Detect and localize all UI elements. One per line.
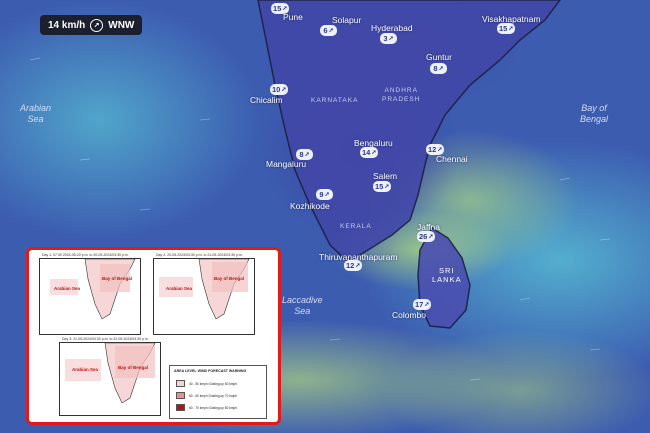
- wind-readout: 14 km/h ➚ WNW: [40, 15, 143, 35]
- panel-sea-arabian: Arabian Sea: [54, 286, 81, 291]
- city-wind-badge: 10 ➚: [270, 84, 289, 95]
- city-wind-badge: 14 ➚: [360, 147, 379, 158]
- panel-sea-arabian: Arabian Sea: [72, 367, 99, 372]
- legend-item: 60 - 70 kmph Gusting up 80 kmph: [176, 404, 237, 411]
- legend-swatch: [176, 380, 185, 387]
- wind-direction-icon: ➚: [90, 18, 104, 32]
- legend-swatch: [176, 404, 185, 411]
- sea-label-bengal: Bay of Bengal: [580, 103, 609, 124]
- legend-item: 40 - 50 kmph Gusting up 60 kmph: [176, 380, 237, 387]
- region-label-srilanka: SRI LANKA: [432, 266, 462, 284]
- city-wind-badge: 15 ➚: [373, 181, 392, 192]
- city-wind-badge: 12 ➚: [344, 260, 363, 271]
- city-wind-badge: 9 ➚: [316, 189, 333, 200]
- sea-label-laccadive: Laccadive Sea: [282, 295, 323, 316]
- panel-title: Day 3: 21-05-2024/03:30 p.m. to 22-05-20…: [62, 337, 149, 341]
- legend-item: 50 - 60 kmph Gusting up 70 kmph: [176, 392, 237, 399]
- sea-label-arabian: Arabian Sea: [20, 103, 52, 124]
- city-label: Pune: [283, 12, 303, 22]
- city-label: Colombo: [392, 310, 427, 320]
- panel-sea-bengal: Bay of Bengal: [214, 276, 245, 281]
- city-label: Kozhikode: [290, 201, 330, 211]
- region-label-andhra: ANDHRA PRADESH: [382, 87, 421, 103]
- city-label: Chicalim: [250, 95, 283, 105]
- legend-title: AREA LEVEL WIND FORECAST WARNING: [174, 369, 247, 373]
- city-wind-badge: 8 ➚: [430, 63, 447, 74]
- wind-direction: WNW: [108, 19, 135, 31]
- city-label: Guntur: [426, 52, 452, 62]
- panel-sea-arabian: Arabian Sea: [166, 286, 193, 291]
- panel-title: Day 1: 07:00 2024-05-20 p.m. to 20-05-20…: [42, 253, 129, 257]
- forecast-panel-day2: Day 2: 20-05-2024/03:30 p.m. to 21-05-20…: [153, 253, 255, 335]
- panel-map: [159, 259, 250, 320]
- forecast-inset: Day 1: 07:00 2024-05-20 p.m. to 20-05-20…: [26, 247, 281, 425]
- city-wind-badge: 15 ➚: [497, 23, 516, 34]
- forecast-legend: AREA LEVEL WIND FORECAST WARNING 40 - 50…: [169, 365, 267, 419]
- panel-map: [50, 259, 136, 320]
- panel-map: [65, 343, 156, 404]
- panel-title: Day 2: 20-05-2024/03:30 p.m. to 21-05-20…: [156, 253, 243, 257]
- panel-sea-bengal: Bay of Bengal: [102, 276, 133, 281]
- city-label: Salem: [373, 171, 398, 181]
- city-label: Mangaluru: [266, 159, 307, 169]
- city-label: Solapur: [332, 15, 362, 25]
- wind-speed: 14 km/h: [48, 19, 86, 31]
- legend-swatch: [176, 392, 185, 399]
- city-wind-badge: 6 ➚: [320, 25, 337, 36]
- forecast-panel-day1: Day 1: 07:00 2024-05-20 p.m. to 20-05-20…: [39, 253, 141, 335]
- city-label: Hyderabad: [371, 23, 413, 33]
- city-wind-badge: 26 ➚: [417, 231, 436, 242]
- city-wind-badge: 3 ➚: [380, 33, 397, 44]
- panel-sea-bengal: Bay of Bengal: [118, 365, 149, 370]
- region-label-karnataka: KARNATAKA: [311, 97, 359, 104]
- city-wind-badge: 17 ➚: [413, 299, 432, 310]
- forecast-panel-day3: Day 3: 21-05-2024/03:30 p.m. to 22-05-20…: [59, 337, 161, 416]
- region-label-kerala: KERALA: [340, 223, 372, 230]
- city-label: Chennai: [436, 154, 468, 164]
